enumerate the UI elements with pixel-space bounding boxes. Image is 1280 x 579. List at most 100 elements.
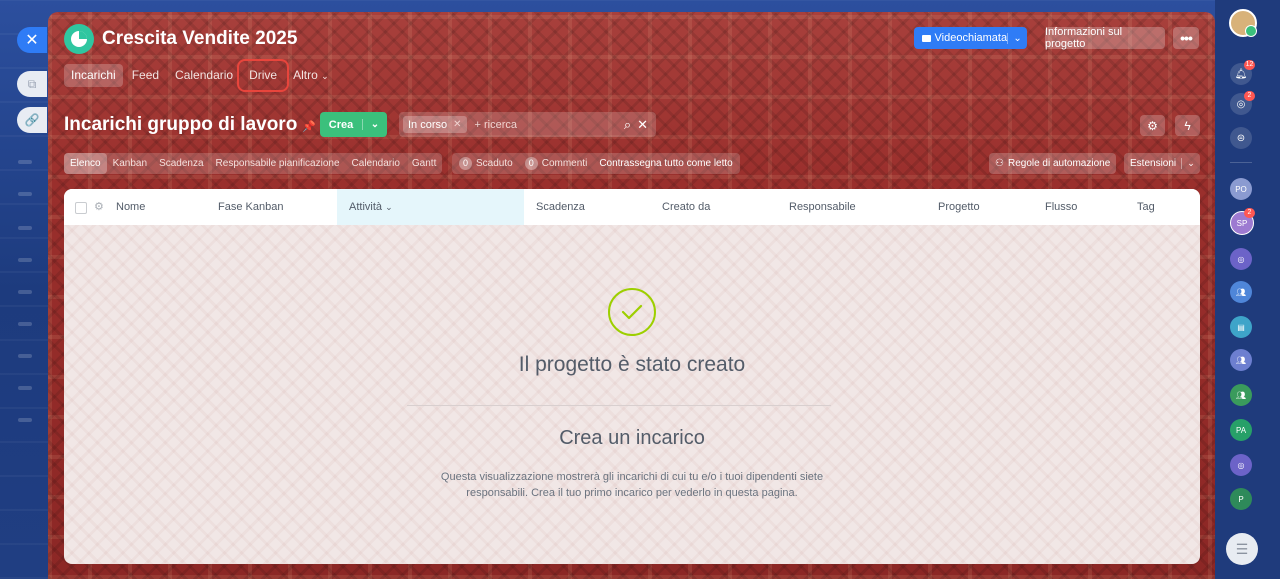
rail-item: [18, 290, 32, 294]
settings-button[interactable]: ⚙: [1140, 115, 1165, 136]
project-info-button[interactable]: Informazioni sul progetto: [1045, 26, 1165, 50]
rail-item: [18, 258, 32, 262]
view-kanban[interactable]: Kanban: [107, 153, 153, 174]
tab-incarichi[interactable]: Incarichi: [64, 64, 123, 87]
project-title: Crescita Vendite 2025: [102, 28, 298, 49]
column-header-created-by[interactable]: Creato da: [662, 189, 710, 225]
column-settings-icon[interactable]: ⚙: [94, 189, 104, 225]
tab-drive[interactable]: Drive: [237, 59, 290, 92]
external-link-icon: ⧉: [27, 76, 37, 91]
tab-feed[interactable]: Feed: [125, 64, 166, 87]
column-header-activity-label: Attività: [349, 201, 383, 213]
overdue-label: Scaduto: [476, 158, 513, 169]
lightning-icon: ϟ: [1184, 118, 1191, 133]
rail-item: [18, 192, 32, 196]
view-deadline[interactable]: Scadenza: [153, 153, 209, 174]
chevron-down-icon[interactable]: ⌄: [1007, 32, 1027, 44]
group-avatar-p[interactable]: P: [1230, 488, 1252, 510]
group-swirl-icon: ◎: [1237, 460, 1245, 470]
hamburger-icon: ☰: [1235, 540, 1249, 557]
chevron-down-icon[interactable]: ⌄: [362, 119, 387, 130]
close-slider-button[interactable]: ✕: [17, 27, 47, 53]
column-header-deadline[interactable]: Scadenza: [536, 189, 585, 225]
column-header-activity[interactable]: Attività ⌄: [337, 189, 524, 225]
notifications-badge: 12: [1244, 60, 1255, 70]
bell-icon: 🔔︎: [1234, 68, 1248, 80]
filter-search-box[interactable]: In corso ✕ ⌕ ✕: [399, 112, 656, 137]
chevron-down-icon[interactable]: ⌄: [1181, 158, 1200, 169]
column-header-tag[interactable]: Tag: [1137, 189, 1155, 225]
rail-item: [18, 386, 32, 390]
gear-icon: ⚙: [1147, 118, 1158, 133]
group-avatar-icon2[interactable]: ◎: [1230, 454, 1252, 476]
automation-rules-button[interactable]: ⚇ Regole di automazione: [989, 153, 1117, 174]
select-all-checkbox[interactable]: [75, 202, 87, 214]
tab-altro[interactable]: Altro ⌄: [286, 64, 336, 87]
grid-header: ⚙ Nome Fase Kanban Attività ⌄ Scadenza C…: [64, 189, 1200, 225]
column-header-flow[interactable]: Flusso: [1045, 189, 1077, 225]
group-avatar-team2[interactable]: 👥︎: [1230, 349, 1252, 371]
view-list[interactable]: Elenco: [64, 153, 107, 174]
column-header-responsible[interactable]: Responsabile: [789, 189, 856, 225]
search-chat-button[interactable]: ⊜: [1230, 127, 1252, 149]
search-input[interactable]: [472, 117, 607, 132]
comments-counter[interactable]: 0 Commenti: [522, 157, 591, 170]
group-avatar-team[interactable]: 👥︎: [1230, 281, 1252, 303]
column-header-name[interactable]: Nome: [116, 189, 145, 225]
view-gantt[interactable]: Gantt: [406, 153, 442, 174]
comments-label: Commenti: [541, 158, 588, 169]
activity-badge: 2: [1244, 91, 1255, 101]
filter-chip-label: In corso: [408, 118, 448, 131]
tab-altro-label: Altro: [293, 68, 318, 82]
group-avatar-pa[interactable]: PA: [1230, 419, 1252, 441]
open-in-new-window-button[interactable]: ⧉: [17, 71, 47, 97]
rail-item: [18, 226, 32, 230]
camera-icon: [922, 34, 931, 42]
rail-item: [18, 418, 32, 422]
column-header-kanban-stage[interactable]: Fase Kanban: [218, 189, 283, 225]
extensions-button[interactable]: Estensioni ⌄: [1124, 153, 1200, 174]
group-avatar-icon[interactable]: ◎: [1230, 248, 1252, 270]
video-call-button[interactable]: Videochiamata ⌄: [914, 27, 1027, 49]
close-icon: ✕: [25, 32, 39, 49]
robots-button[interactable]: ϟ: [1175, 115, 1200, 136]
overdue-counter[interactable]: 0 Scaduto: [456, 157, 516, 170]
rail-separator: [1230, 162, 1252, 163]
task-grid: ⚙ Nome Fase Kanban Attività ⌄ Scadenza C…: [64, 189, 1200, 564]
search-icon[interactable]: ⌕: [624, 117, 631, 133]
menu-button[interactable]: ☰: [1226, 533, 1258, 565]
mark-all-read-button[interactable]: Contrassegna tutto come letto: [596, 158, 735, 169]
empty-state-create-link[interactable]: Crea un incarico: [64, 427, 1200, 450]
view-planner[interactable]: Responsabile pianificazione: [210, 153, 346, 174]
empty-state-description: Questa visualizzazione mostrerà gli inca…: [440, 471, 824, 499]
create-task-button[interactable]: Crea ⌄: [320, 112, 387, 137]
automation-label: Regole di automazione: [1007, 158, 1111, 169]
project-nav-tabs: Incarichi Feed Calendario Drive Altro ⌄: [64, 59, 336, 92]
left-rail: ✕ ⧉ 🔗: [0, 0, 48, 579]
view-calendar[interactable]: Calendario: [346, 153, 406, 174]
video-call-label: Videochiamata: [934, 32, 1008, 44]
more-menu-button[interactable]: •••: [1173, 27, 1199, 49]
group-avatar-chat[interactable]: ▤: [1230, 316, 1252, 338]
robot-icon: ⚇: [995, 158, 1004, 169]
rail-item: [18, 322, 32, 326]
group-swirl-icon: ◎: [1237, 254, 1245, 264]
page-title: Incarichi gruppo di lavoro 📌: [64, 114, 316, 136]
filter-chip[interactable]: In corso ✕: [403, 116, 467, 133]
rail-item: [18, 160, 32, 164]
group-avatar-team3[interactable]: 👥︎: [1230, 384, 1252, 406]
target-icon: ◎: [1236, 98, 1246, 110]
project-pie-icon: [64, 24, 94, 54]
task-counters: 0 Scaduto 0 Commenti Contrassegna tutto …: [452, 153, 740, 174]
group-avatar-po[interactable]: PO: [1230, 178, 1252, 200]
remove-filter-icon[interactable]: ✕: [453, 119, 461, 130]
clear-icon[interactable]: ✕: [637, 117, 648, 133]
link-icon: 🔗: [24, 113, 40, 127]
copy-link-button[interactable]: 🔗: [17, 107, 47, 133]
people-icon: 👥︎: [1235, 287, 1247, 297]
page-title-text: Incarichi gruppo di lavoro: [64, 114, 298, 135]
group-badge: 2: [1244, 208, 1255, 218]
column-header-project[interactable]: Progetto: [938, 189, 980, 225]
pin-icon[interactable]: 📌: [302, 121, 316, 133]
tab-calendario[interactable]: Calendario: [168, 64, 240, 87]
